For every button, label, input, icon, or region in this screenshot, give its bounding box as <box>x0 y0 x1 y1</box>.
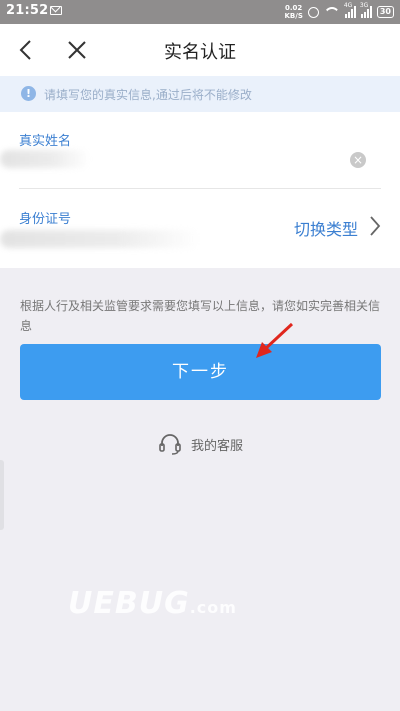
notice-text: 请填写您的真实信息,通过后将不能修改 <box>44 88 252 102</box>
mail-icon <box>50 6 62 15</box>
divider <box>19 188 381 189</box>
alarm-icon <box>307 6 319 18</box>
network-tag-2: 3G <box>359 2 369 9</box>
watermark-logo: UEBUG.com <box>68 586 237 621</box>
signal-icon-2: 3G <box>360 2 372 18</box>
real-name-input[interactable] <box>0 150 90 168</box>
chevron-right-icon[interactable] <box>368 215 382 237</box>
status-icons: 0.02 KB/S 4G 3G 30 <box>285 2 394 22</box>
battery-icon: 30 <box>376 6 394 18</box>
signal-icon: 4G <box>344 2 356 18</box>
clear-icon[interactable]: × <box>350 152 366 168</box>
headset-icon <box>159 434 181 455</box>
annotation-arrow-icon <box>256 322 294 358</box>
customer-service[interactable]: 我的客服 <box>0 432 400 458</box>
watermark-suffix: .com <box>189 598 237 617</box>
nav-header: 实名认证 <box>0 24 400 76</box>
identity-form: 真实姓名 × 身份证号 切换类型 <box>0 112 400 268</box>
status-time: 21:52 <box>6 3 49 18</box>
network-speed-value: 0.02 <box>285 4 303 12</box>
hint-text: 根据人行及相关监管要求需要您填写以上信息，请您如实完善相关信息 <box>20 299 381 333</box>
info-icon: ! <box>21 86 36 101</box>
switch-type-button[interactable]: 切换类型 <box>294 216 358 240</box>
real-name-label: 真实姓名 <box>19 134 72 149</box>
watermark-main: UEBUG <box>68 586 190 621</box>
status-bar: 21:52 0.02 KB/S 4G 3G 30 <box>0 0 400 24</box>
page-title: 实名认证 <box>164 42 236 63</box>
customer-service-label: 我的客服 <box>190 438 243 454</box>
id-number-input[interactable] <box>0 230 200 248</box>
network-tag-1: 4G <box>343 2 353 9</box>
notice-bar: ! 请填写您的真实信息,通过后将不能修改 <box>0 76 400 112</box>
side-drag-handle[interactable] <box>0 460 4 530</box>
id-number-label: 身份证号 <box>19 212 72 227</box>
network-speed: 0.02 KB/S <box>285 4 303 20</box>
next-step-button[interactable]: 下一步 <box>20 344 381 400</box>
network-speed-unit: KB/S <box>284 12 303 20</box>
wifi-icon <box>324 7 340 18</box>
